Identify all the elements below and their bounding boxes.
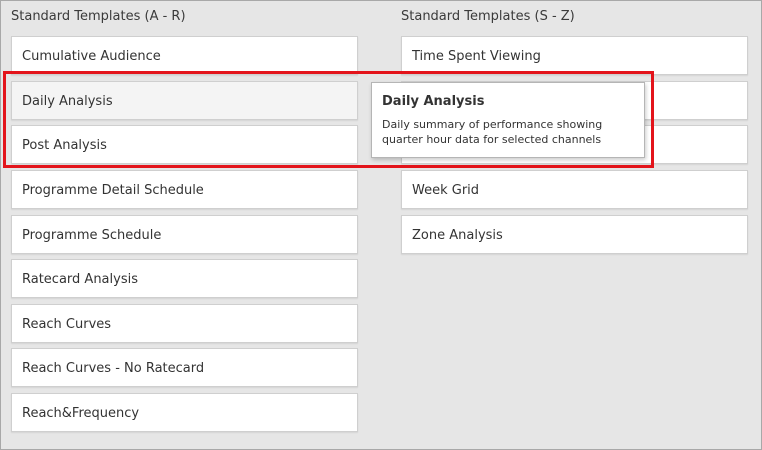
column-title-a-r: Standard Templates (A - R) xyxy=(11,9,186,24)
template-zone-analysis[interactable]: Zone Analysis xyxy=(401,215,748,254)
template-reach-frequency[interactable]: Reach&Frequency xyxy=(11,393,358,432)
template-programme-schedule[interactable]: Programme Schedule xyxy=(11,215,358,254)
template-cumulative-audience[interactable]: Cumulative Audience xyxy=(11,36,358,75)
template-week-grid[interactable]: Week Grid xyxy=(401,170,748,209)
template-programme-detail-schedule[interactable]: Programme Detail Schedule xyxy=(11,170,358,209)
templates-panel: Standard Templates (A - R) Standard Temp… xyxy=(0,0,762,450)
template-reach-curves-no-ratecard[interactable]: Reach Curves - No Ratecard xyxy=(11,348,358,387)
template-daily-analysis[interactable]: Daily Analysis xyxy=(11,81,358,120)
template-ratecard-analysis[interactable]: Ratecard Analysis xyxy=(11,259,358,298)
template-tooltip: Daily Analysis Daily summary of performa… xyxy=(371,82,645,158)
tooltip-description: Daily summary of performance showing qua… xyxy=(382,118,603,146)
template-post-analysis[interactable]: Post Analysis xyxy=(11,125,358,164)
template-time-spent-viewing[interactable]: Time Spent Viewing xyxy=(401,36,748,75)
column-title-s-z: Standard Templates (S - Z) xyxy=(401,9,575,24)
template-reach-curves[interactable]: Reach Curves xyxy=(11,304,358,343)
tooltip-title: Daily Analysis xyxy=(382,94,485,109)
